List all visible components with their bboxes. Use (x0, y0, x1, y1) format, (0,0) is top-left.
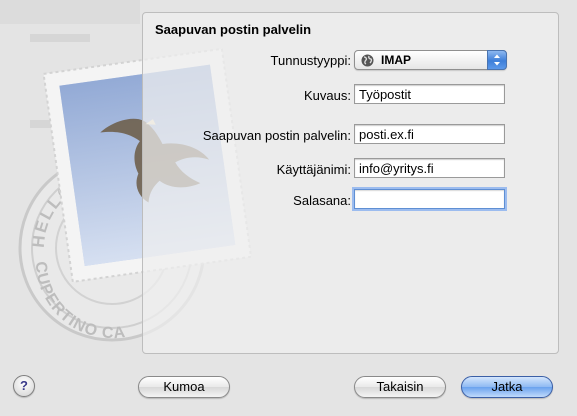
account-type-popup[interactable]: IMAP (354, 50, 507, 70)
help-button[interactable]: ? (13, 375, 35, 397)
account-type-value: IMAP (381, 53, 411, 67)
description-field[interactable]: Työpostit (354, 84, 505, 104)
continue-button[interactable]: Jatka (461, 376, 553, 398)
panel-title: Saapuvan postin palvelin (155, 22, 312, 37)
server-label: Saapuvan postin palvelin: (202, 128, 351, 143)
description-label: Kuvaus: (304, 88, 351, 103)
server-field[interactable]: posti.ex.fi (354, 124, 505, 144)
up-down-arrows-icon (487, 50, 507, 70)
globe-icon (361, 54, 374, 67)
password-field[interactable] (354, 189, 505, 209)
username-label: Käyttäjänimi: (276, 162, 351, 177)
username-field[interactable]: info@yritys.fi (354, 158, 505, 178)
password-label: Salasana: (293, 193, 351, 208)
back-button[interactable]: Takaisin (354, 376, 446, 398)
account-type-label: Tunnustyyppi: (270, 53, 351, 68)
cancel-button[interactable]: Kumoa (138, 376, 230, 398)
